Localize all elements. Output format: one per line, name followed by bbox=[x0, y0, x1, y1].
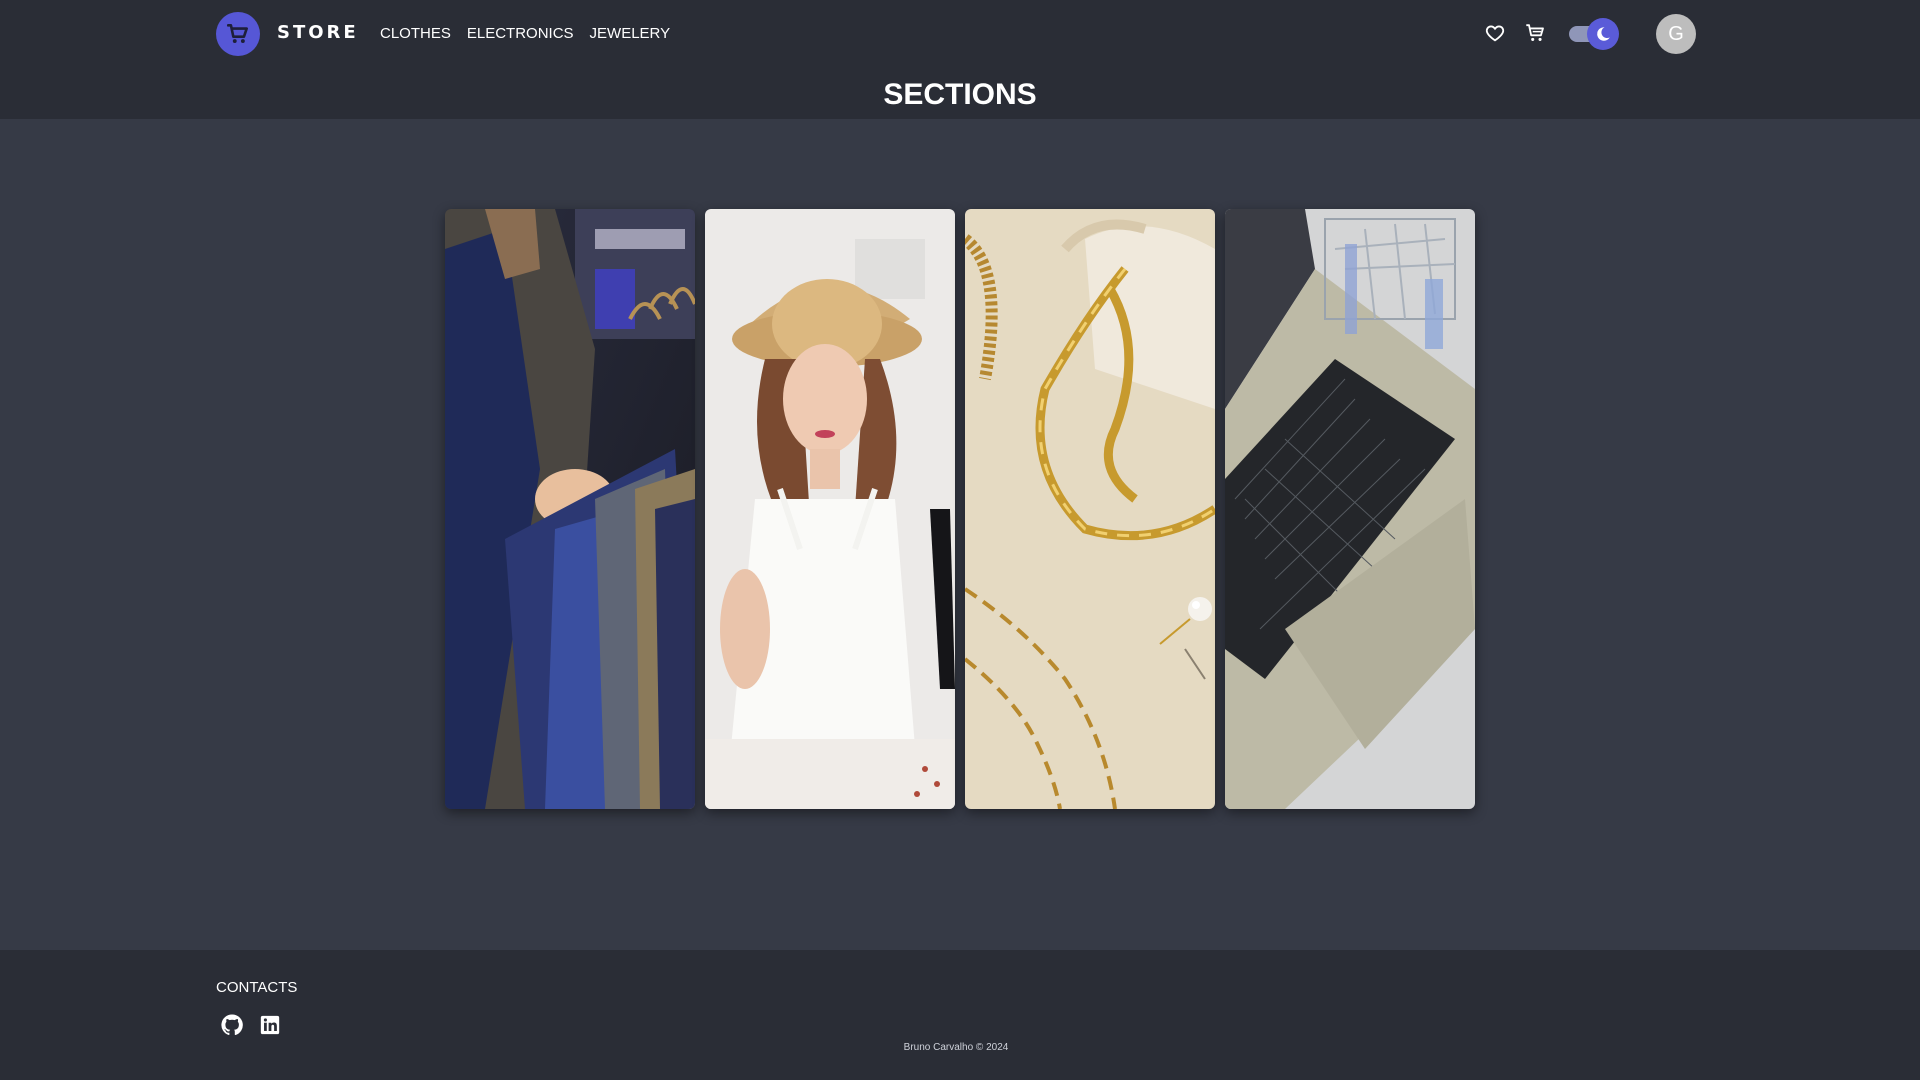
main-nav: CLOTHES ELECTRONICS JEWELERY bbox=[380, 25, 670, 42]
github-icon bbox=[221, 1014, 243, 1036]
linkedin-icon bbox=[260, 1015, 280, 1035]
section-card-clothes-women[interactable] bbox=[705, 209, 955, 809]
app-footer: CONTACTS Bruno Carvalho © 2024 bbox=[0, 950, 1920, 1080]
user-avatar[interactable]: G bbox=[1656, 14, 1696, 54]
brand-name[interactable]: STORE bbox=[277, 22, 359, 43]
electronics-image bbox=[1225, 209, 1475, 809]
section-card-electronics[interactable] bbox=[1225, 209, 1475, 809]
theme-toggle[interactable] bbox=[1569, 18, 1619, 50]
page-title: SECTIONS bbox=[883, 78, 1037, 111]
nav-jewelery[interactable]: JEWELERY bbox=[590, 25, 671, 42]
store-logo[interactable] bbox=[216, 12, 260, 56]
section-card-jewelery[interactable] bbox=[965, 209, 1215, 809]
heart-icon bbox=[1485, 25, 1505, 42]
cart-logo-icon bbox=[226, 24, 248, 43]
copyright: Bruno Carvalho © 2024 bbox=[903, 1042, 1009, 1053]
jewelery-image bbox=[965, 209, 1215, 809]
clothes-women-image bbox=[705, 209, 955, 809]
favorites-button[interactable] bbox=[1482, 20, 1508, 46]
moon-icon bbox=[1597, 27, 1610, 41]
sections-grid bbox=[445, 209, 1475, 809]
app-header: STORE CLOTHES ELECTRONICS JEWELERY G SEC… bbox=[0, 0, 1920, 119]
linkedin-link[interactable] bbox=[257, 1012, 283, 1038]
contacts-title: CONTACTS bbox=[216, 979, 298, 996]
toggle-knob bbox=[1587, 18, 1619, 50]
clothes-men-image bbox=[445, 209, 695, 809]
nav-clothes[interactable]: CLOTHES bbox=[380, 25, 451, 42]
nav-electronics[interactable]: ELECTRONICS bbox=[467, 25, 574, 42]
shopping-cart-icon bbox=[1526, 24, 1544, 41]
cart-button[interactable] bbox=[1522, 20, 1548, 46]
section-card-clothes-men[interactable] bbox=[445, 209, 695, 809]
github-link[interactable] bbox=[219, 1012, 245, 1038]
